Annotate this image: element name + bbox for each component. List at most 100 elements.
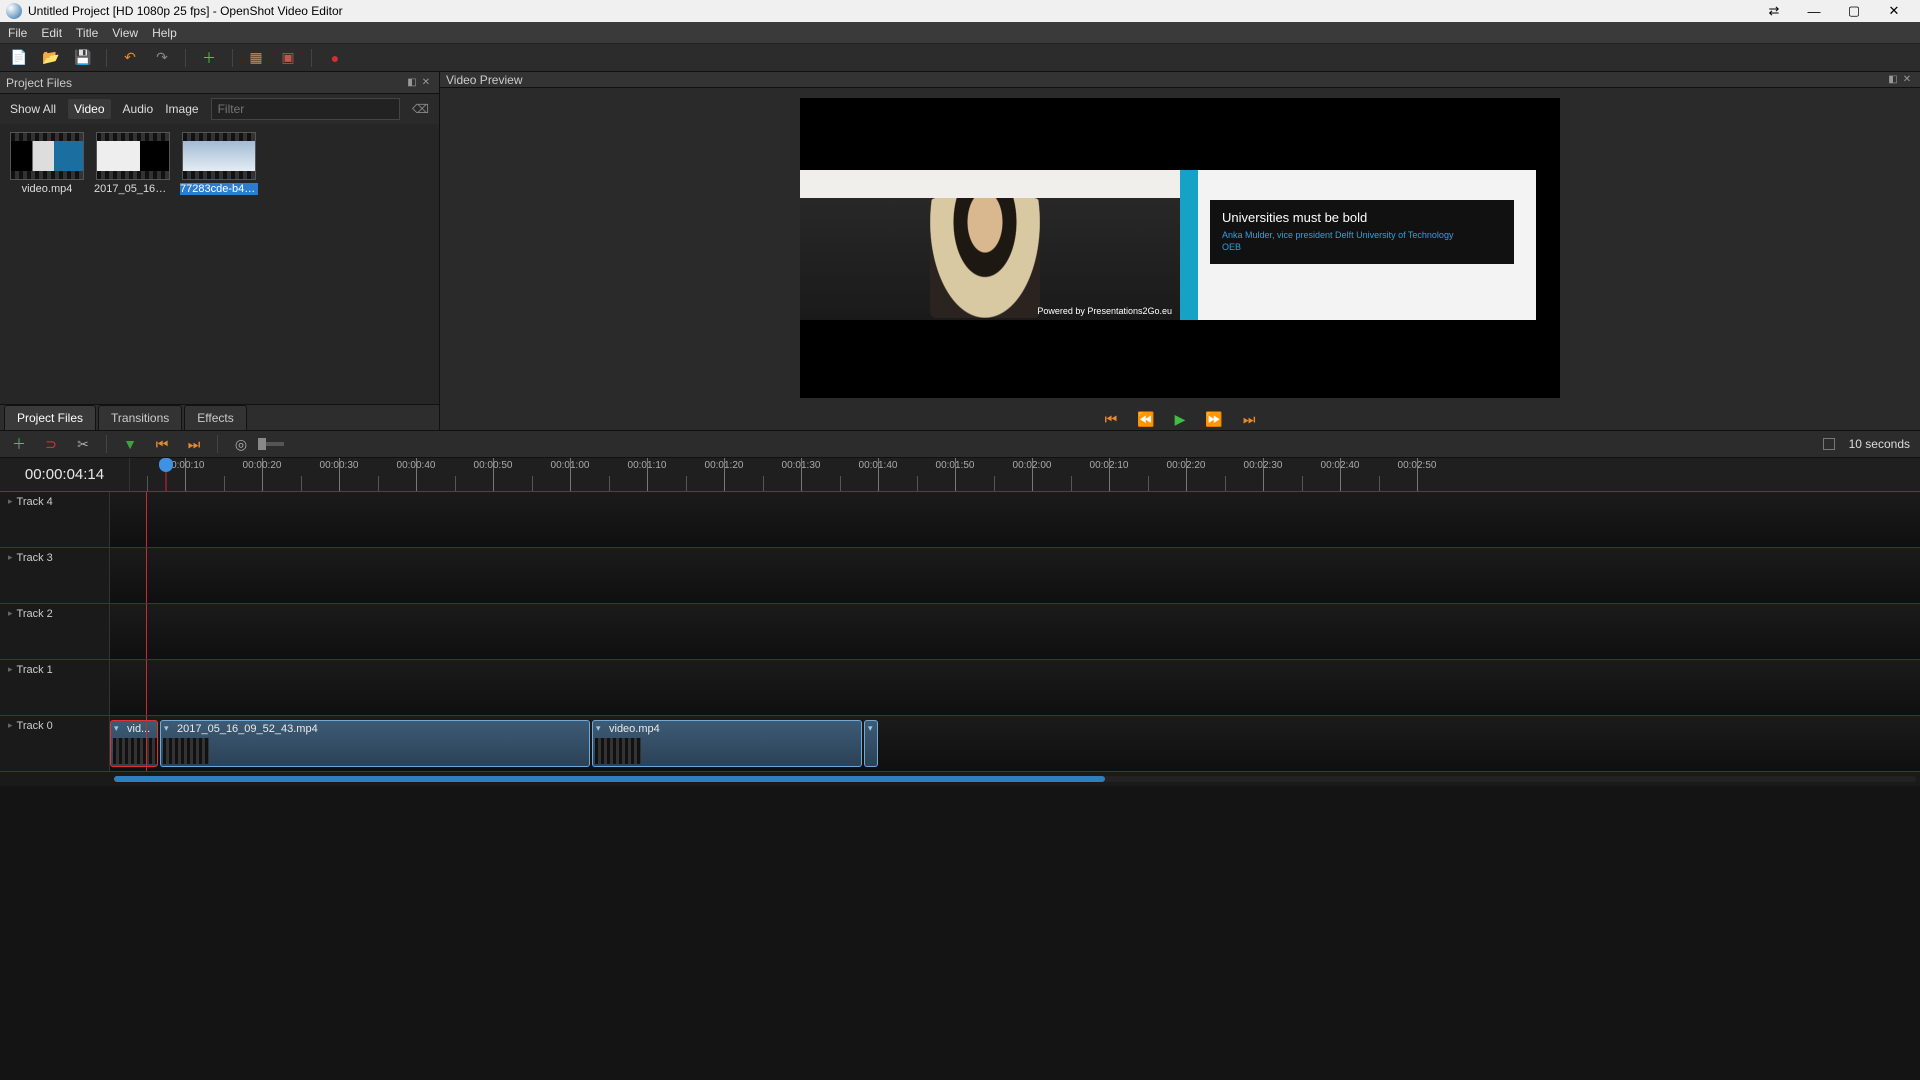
track-lane[interactable] [110,492,1920,547]
export-icon[interactable]: ● [326,49,344,67]
play-icon[interactable]: ▶ [1175,411,1186,428]
tab-project-files[interactable]: Project Files [4,405,96,430]
center-playhead-icon[interactable]: ◎ [232,435,250,453]
import-files-icon[interactable]: ＋ [200,49,218,67]
clip-menu-icon[interactable]: ▾ [114,723,119,734]
ruler-label: 00:02:00 [1013,460,1052,471]
file-grid[interactable]: video.mp4 2017_05_16_09_5... 77283cde-b4… [0,124,439,404]
project-files-title: Project Files [6,76,72,90]
toolbar-separator [311,49,312,67]
track-header[interactable]: ▸Track 1 [0,660,110,715]
prev-marker-icon[interactable]: ⏮ [153,435,171,453]
preview-controls: ⏮ ⏪ ▶ ⏩ ⏭ [440,408,1920,430]
toolbar-separator [217,435,218,453]
track-row: ▸Track 4 [0,492,1920,548]
preview-viewport[interactable]: Powered by Presentations2Go.eu Universit… [440,88,1920,408]
clip-menu-icon[interactable]: ▾ [164,723,169,734]
menu-view[interactable]: View [112,26,138,40]
chevron-right-icon: ▸ [8,608,13,619]
track-header[interactable]: ▸Track 3 [0,548,110,603]
timeline-hscroll[interactable] [0,772,1920,786]
project-files-panel: Project Files ◧ ✕ Show All Video Audio I… [0,72,440,430]
track-header[interactable]: ▸Track 2 [0,604,110,659]
snap-icon[interactable]: ⊃ [42,435,60,453]
filter-clear-icon[interactable]: ⌫ [412,102,429,116]
menu-title[interactable]: Title [76,26,98,40]
panel-close-icon[interactable]: ✕ [1900,74,1914,85]
timeline-clip[interactable]: ▾video.mp4 [592,720,862,767]
filter-video[interactable]: Video [68,99,110,119]
track-lane[interactable] [110,604,1920,659]
undo-icon[interactable]: ↶ [121,49,139,67]
track-header[interactable]: ▸Track 0 [0,716,110,771]
menu-help[interactable]: Help [152,26,177,40]
panel-undock-icon[interactable]: ◧ [1886,74,1900,85]
timeline-clip[interactable]: ▾ [864,720,878,767]
jump-end-icon[interactable]: ⏭ [1243,411,1256,428]
timeline-ruler[interactable]: 00:00:1000:00:2000:00:3000:00:4000:00:50… [130,458,1920,491]
ruler-minor-tick [994,476,995,491]
clip-menu-icon[interactable]: ▾ [868,723,873,734]
bottom-gap [0,786,1920,1056]
clip-thumb [595,738,641,764]
ruler-label: 00:01:30 [782,460,821,471]
track-lane[interactable] [110,660,1920,715]
menu-file[interactable]: File [8,26,27,40]
hscroll-thumb[interactable] [114,776,1105,782]
add-track-icon[interactable]: ＋ [10,435,28,453]
ruler-label: 00:02:50 [1398,460,1437,471]
filter-image[interactable]: Image [165,102,198,116]
ruler-label: 00:02:40 [1321,460,1360,471]
jump-start-icon[interactable]: ⏮ [1105,411,1118,428]
fullscreen-icon[interactable]: ▣ [279,49,297,67]
track-name: Track 1 [17,664,53,676]
next-marker-icon[interactable]: ⏭ [185,435,203,453]
maximize-button[interactable]: ▢ [1834,3,1874,19]
track-lane[interactable]: ▾vid...▾2017_05_16_09_52_43.mp4▾video.mp… [110,716,1920,771]
slide-subtitle: OEB [1222,242,1502,254]
file-item[interactable]: video.mp4 [8,132,86,195]
file-thumb [96,132,170,180]
filter-show-all[interactable]: Show All [10,102,56,116]
file-item[interactable]: 2017_05_16_09_5... [94,132,172,195]
close-button[interactable]: ✕ [1874,3,1914,19]
ruler-row: 00:00:04:14 00:00:1000:00:2000:00:3000:0… [0,458,1920,492]
playhead-line [166,472,167,491]
fast-forward-icon[interactable]: ⏩ [1205,411,1222,428]
timecode-display: 00:00:04:14 [0,458,130,491]
chevron-right-icon: ▸ [8,496,13,507]
filter-input[interactable] [211,98,400,120]
preview-header: Video Preview ◧ ✕ [440,72,1920,88]
marker-icon[interactable]: ▼ [121,435,139,453]
rewind-icon[interactable]: ⏪ [1137,411,1154,428]
app-icon [6,3,22,19]
zoom-checkbox[interactable] [1823,438,1835,450]
file-filter-row: Show All Video Audio Image ⌫ [0,94,439,124]
playhead[interactable] [159,458,173,472]
track-lane[interactable] [110,548,1920,603]
minimize-button[interactable]: — [1794,4,1834,19]
timeline-clip[interactable]: ▾vid... [110,720,158,767]
panel-close-icon[interactable]: ✕ [419,77,433,88]
clip-menu-icon[interactable]: ▾ [596,723,601,734]
new-project-icon[interactable]: 📄 [10,49,28,67]
panel-undock-icon[interactable]: ◧ [405,77,419,88]
filter-audio[interactable]: Audio [123,102,154,116]
open-project-icon[interactable]: 📂 [42,49,60,67]
tab-transitions[interactable]: Transitions [98,405,182,430]
redo-icon[interactable]: ↷ [153,49,171,67]
timeline-clip[interactable]: ▾2017_05_16_09_52_43.mp4 [160,720,590,767]
save-project-icon[interactable]: 💾 [74,49,92,67]
ruler-minor-tick [1071,476,1072,491]
file-item[interactable]: 77283cde-b4c2-... [180,132,258,195]
track-header[interactable]: ▸Track 4 [0,492,110,547]
toolbar-separator [106,435,107,453]
zoom-slider[interactable] [264,442,284,446]
razor-icon[interactable]: ✂ [74,435,92,453]
profile-icon[interactable]: ▦ [247,49,265,67]
ruler-minor-tick [147,476,148,491]
preview-title: Video Preview [446,73,523,87]
tab-effects[interactable]: Effects [184,405,246,430]
menu-edit[interactable]: Edit [41,26,62,40]
drag-icon[interactable]: ⇄ [1754,3,1794,19]
